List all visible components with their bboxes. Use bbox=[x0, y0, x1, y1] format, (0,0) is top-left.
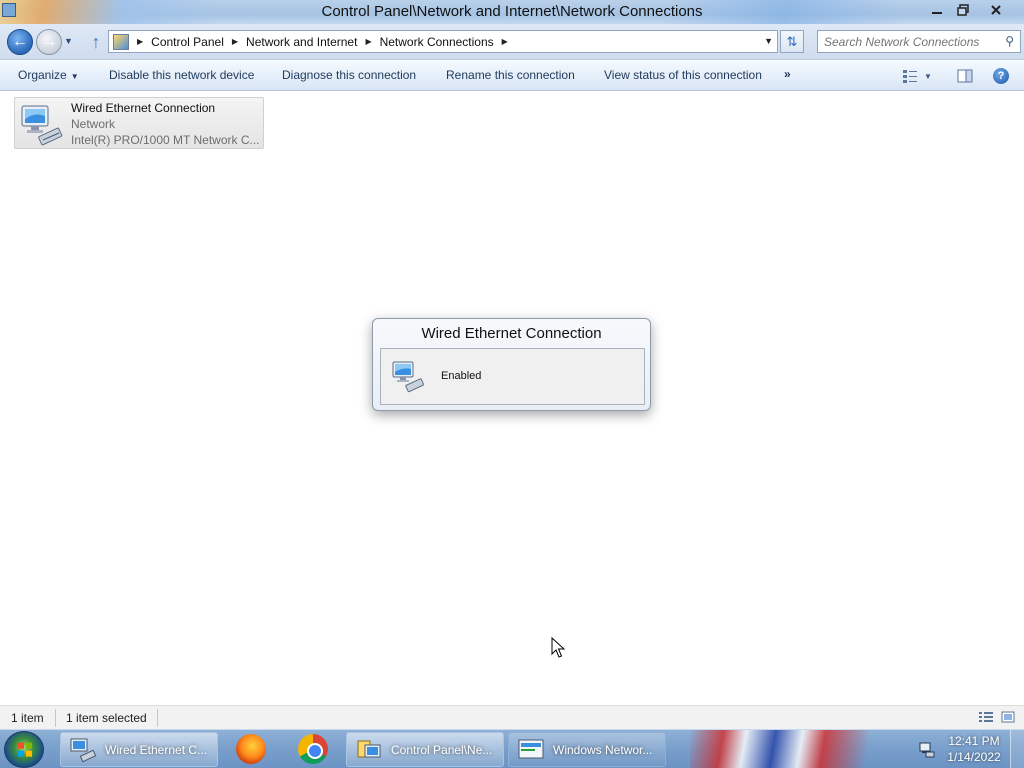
address-bar[interactable]: ▶ Control Panel ▶ Network and Internet ▶… bbox=[108, 30, 778, 53]
network-tray-icon[interactable] bbox=[912, 732, 942, 767]
clock-time: 12:41 PM bbox=[948, 734, 1000, 748]
taskbar-button-control-panel[interactable]: Control Panel\Ne... bbox=[346, 732, 504, 767]
help-icon: ? bbox=[997, 70, 1005, 82]
minimize-button[interactable] bbox=[924, 0, 950, 20]
back-button[interactable]: ← bbox=[7, 29, 33, 55]
chevron-down-icon[interactable]: ▼ bbox=[924, 72, 932, 81]
taskbar-button-wired-ethernet[interactable]: Wired Ethernet C... bbox=[60, 732, 218, 767]
chevron-down-icon: ▼ bbox=[70, 72, 79, 81]
forward-arrow-icon: → bbox=[41, 33, 57, 50]
firefox-icon[interactable] bbox=[236, 734, 266, 764]
status-divider bbox=[157, 709, 158, 727]
forward-button[interactable]: → bbox=[36, 29, 62, 55]
refresh-icon: ⇅ bbox=[786, 33, 798, 49]
more-commands-button[interactable]: » bbox=[784, 67, 791, 81]
network-connection-icon bbox=[392, 361, 425, 393]
breadcrumb-separator-icon[interactable]: ▶ bbox=[365, 37, 371, 46]
details-view-icon[interactable] bbox=[978, 710, 994, 724]
window-title: Control Panel\Network and Internet\Netwo… bbox=[321, 3, 703, 20]
show-desktop-button[interactable] bbox=[1010, 730, 1024, 768]
mouse-cursor-icon bbox=[551, 637, 565, 658]
breadcrumb-control-panel[interactable]: Control Panel bbox=[151, 35, 224, 49]
recent-pages-dropdown[interactable]: ▼ bbox=[64, 36, 73, 46]
change-view-button[interactable]: ▼ bbox=[902, 67, 932, 85]
preview-pane-icon bbox=[957, 69, 973, 83]
close-button[interactable] bbox=[976, 0, 1016, 20]
control-panel-icon bbox=[113, 33, 129, 50]
popup-status-text: Enabled bbox=[441, 370, 482, 382]
refresh-button[interactable]: ⇅ bbox=[780, 30, 804, 53]
rename-connection-button[interactable]: Rename this connection bbox=[446, 68, 575, 82]
breadcrumb-separator-icon[interactable]: ▶ bbox=[502, 37, 508, 46]
status-view-buttons bbox=[978, 710, 1016, 724]
preview-pane-button[interactable] bbox=[957, 67, 973, 85]
status-bar: 1 item 1 item selected bbox=[0, 705, 1024, 729]
view-options-icon bbox=[903, 70, 917, 83]
taskbar-button-label: Wired Ethernet C... bbox=[105, 742, 208, 757]
window-controls bbox=[924, 0, 1016, 20]
help-button[interactable]: ? bbox=[993, 68, 1009, 84]
title-bar[interactable]: Control Panel\Network and Internet\Netwo… bbox=[0, 0, 1024, 24]
disable-device-button[interactable]: Disable this network device bbox=[109, 68, 254, 82]
connection-adapter: Intel(R) PRO/1000 MT Network C... bbox=[71, 133, 260, 147]
restore-icon bbox=[957, 4, 969, 16]
search-input[interactable] bbox=[818, 31, 996, 52]
navigation-bar: ← → ▼ ↑ ▶ Control Panel ▶ Network and In… bbox=[0, 24, 1024, 60]
network-diagnostics-icon bbox=[518, 739, 544, 758]
network-connection-icon bbox=[70, 738, 97, 762]
connection-item-wired-ethernet[interactable]: Wired Ethernet Connection Network Intel(… bbox=[14, 97, 264, 149]
breadcrumb-network-and-internet[interactable]: Network and Internet bbox=[246, 35, 357, 49]
connection-status-popup: Wired Ethernet Connection Enabled bbox=[372, 318, 651, 411]
network-connection-icon bbox=[21, 105, 63, 146]
selected-count: 1 item selected bbox=[66, 711, 147, 725]
organize-button[interactable]: Organize ▼ bbox=[18, 68, 79, 82]
control-panel-icon bbox=[357, 740, 381, 757]
up-level-button[interactable]: ↑ bbox=[86, 32, 106, 52]
taskbar-button-label: Windows Networ... bbox=[553, 742, 653, 757]
taskbar-button-label: Control Panel\Ne... bbox=[391, 742, 493, 757]
network-status-icon bbox=[919, 742, 935, 757]
minimize-icon bbox=[932, 12, 942, 14]
back-arrow-icon: ← bbox=[12, 33, 28, 50]
connections-pane[interactable]: Wired Ethernet Connection Network Intel(… bbox=[0, 92, 1024, 705]
up-arrow-icon: ↑ bbox=[91, 31, 101, 52]
breadcrumb: ▶ Control Panel ▶ Network and Internet ▶… bbox=[129, 35, 516, 49]
diagnose-connection-button[interactable]: Diagnose this connection bbox=[282, 68, 416, 82]
status-divider bbox=[55, 709, 56, 727]
taskbar-clock[interactable]: 12:41 PM 1/14/2022 bbox=[943, 733, 1005, 765]
breadcrumb-separator-icon[interactable]: ▶ bbox=[137, 37, 143, 46]
view-status-button[interactable]: View status of this connection bbox=[604, 68, 762, 82]
item-count: 1 item bbox=[11, 711, 44, 725]
popup-body: Enabled bbox=[380, 348, 645, 405]
connection-name: Wired Ethernet Connection bbox=[71, 101, 216, 115]
clock-date: 1/14/2022 bbox=[947, 750, 1001, 764]
close-icon bbox=[991, 5, 1001, 15]
large-icons-view-icon[interactable] bbox=[1000, 710, 1016, 724]
chrome-icon[interactable] bbox=[298, 734, 328, 764]
windows-logo-icon bbox=[18, 742, 32, 757]
restore-button[interactable] bbox=[950, 0, 976, 20]
popup-title: Wired Ethernet Connection bbox=[421, 325, 602, 342]
breadcrumb-separator-icon[interactable]: ▶ bbox=[232, 37, 238, 46]
connection-network: Network bbox=[71, 117, 116, 131]
command-bar: Organize ▼ Disable this network device Di… bbox=[0, 61, 1024, 91]
search-box[interactable]: ⚲ bbox=[817, 30, 1021, 53]
taskbar-button-windows-network[interactable]: Windows Networ... bbox=[508, 732, 666, 767]
taskbar-wallpaper-decoration bbox=[690, 730, 910, 768]
breadcrumb-network-connections[interactable]: Network Connections bbox=[380, 35, 494, 49]
start-button[interactable] bbox=[4, 731, 44, 768]
search-icon[interactable]: ⚲ bbox=[1005, 34, 1014, 48]
organize-label: Organize bbox=[18, 68, 67, 82]
taskbar: Wired Ethernet C... Control Panel\Ne... … bbox=[0, 729, 1024, 768]
address-dropdown-icon[interactable]: ▼ bbox=[764, 36, 773, 46]
